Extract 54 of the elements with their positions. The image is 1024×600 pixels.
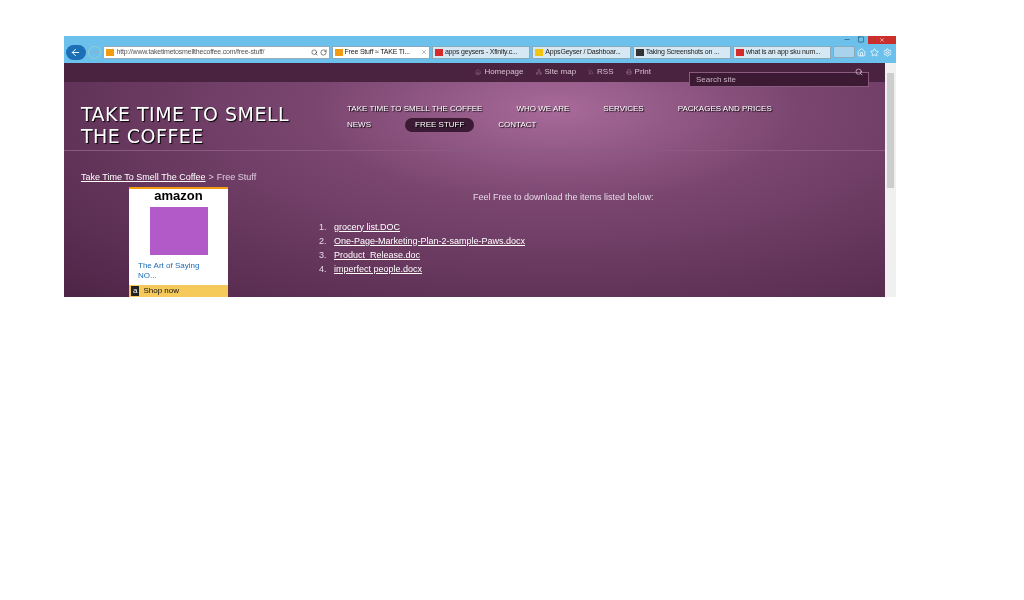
shop-now-button[interactable]: a Shop now xyxy=(129,285,228,297)
intro-text: Feel Free to download the items listed below: xyxy=(473,191,655,204)
file-link[interactable]: grocery list.DOC xyxy=(334,221,400,233)
forward-arrow-icon xyxy=(90,48,99,56)
utility-link[interactable]: Homepage xyxy=(475,66,524,79)
search-icon[interactable] xyxy=(310,48,318,56)
scrollbar[interactable] xyxy=(885,63,896,297)
map-icon xyxy=(535,69,542,76)
home-icon[interactable] xyxy=(857,47,866,57)
site-title: TAKE TIME TO SMELL THE COFFEE xyxy=(81,102,291,149)
search-field[interactable]: Search site xyxy=(689,71,869,87)
tab-favicon xyxy=(736,48,744,56)
new-tab-button[interactable] xyxy=(833,46,855,58)
ad-logo: amazon xyxy=(154,189,203,203)
close-button[interactable] xyxy=(868,36,896,44)
home-icon xyxy=(475,69,482,76)
tab-favicon xyxy=(535,48,544,56)
nav-link[interactable]: FREE STUFF xyxy=(405,117,475,132)
file-link[interactable]: Product_Release.doc xyxy=(334,249,421,261)
close-icon xyxy=(879,37,885,43)
nav-link[interactable]: SERVICES xyxy=(603,101,644,116)
nav-link[interactable]: PACKAGES AND PRICES xyxy=(677,101,772,116)
nav-link[interactable]: CONTACT xyxy=(498,117,537,132)
breadcrumb-current: Free Stuff xyxy=(216,170,257,184)
utility-link[interactable]: Print xyxy=(625,66,651,79)
settings-icon[interactable] xyxy=(883,47,892,57)
favorites-icon[interactable] xyxy=(870,47,879,57)
nav-link[interactable]: WHO WE ARE xyxy=(516,101,570,116)
list-number: 2. xyxy=(319,235,328,247)
breadcrumb-separator: > xyxy=(208,170,214,184)
list-number: 3. xyxy=(319,249,328,261)
refresh-icon[interactable] xyxy=(319,48,327,56)
close-tab-icon[interactable] xyxy=(420,49,427,55)
list-number: 4. xyxy=(319,263,328,275)
tab-favicon xyxy=(334,48,343,56)
back-arrow-icon xyxy=(70,46,82,58)
nav-link[interactable]: NEWS xyxy=(347,117,371,132)
tab-favicon xyxy=(434,48,443,56)
list-number: 1. xyxy=(319,221,328,233)
rss-icon xyxy=(588,69,595,76)
back-button[interactable] xyxy=(66,44,86,60)
utility-link[interactable]: RSS xyxy=(588,66,614,79)
amazon-icon: a xyxy=(131,286,140,296)
print-icon xyxy=(625,69,632,76)
scroll-thumb[interactable] xyxy=(887,73,894,188)
tab-favicon xyxy=(635,48,644,56)
utility-link[interactable]: Site map xyxy=(535,66,577,79)
file-link[interactable]: One-Page-Marketing-Plan-2-sample-Paws.docx xyxy=(334,235,526,247)
nav-link[interactable]: TAKE TIME TO SMELL THE COFFEE xyxy=(347,101,483,116)
breadcrumb-link[interactable]: Take Time To Smell The Coffee xyxy=(81,170,206,184)
file-link[interactable]: imperfect people.docx xyxy=(334,263,423,275)
ad-product-link[interactable]: The Art of Saying NO... xyxy=(138,261,218,281)
book-cover-placeholder xyxy=(149,207,208,255)
site-favicon xyxy=(106,48,115,56)
